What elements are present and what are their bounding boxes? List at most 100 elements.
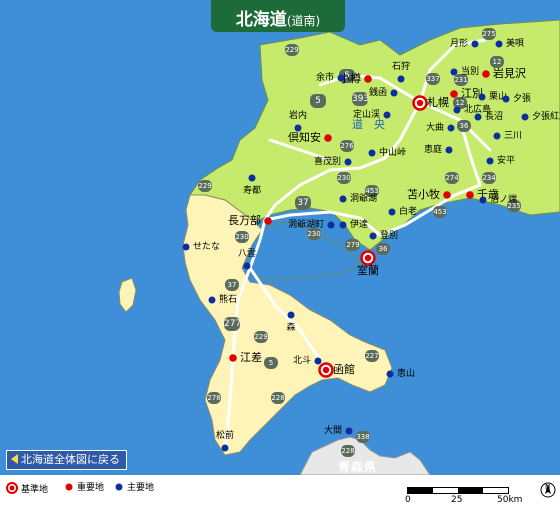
place-label-44[interactable]: 大間 <box>324 426 342 436</box>
place-marker-37[interactable] <box>181 242 191 252</box>
place-label-43[interactable]: 松前 <box>216 431 234 441</box>
route-shield-5: 393 <box>352 92 370 106</box>
place-label-1[interactable]: 室蘭 <box>357 265 379 276</box>
place-marker-9[interactable] <box>263 216 273 226</box>
place-label-5[interactable]: 岩見沢 <box>493 68 526 79</box>
place-label-16[interactable]: 銭函 <box>369 88 387 98</box>
place-marker-14[interactable] <box>449 67 459 77</box>
place-label-10[interactable]: 江差 <box>240 352 262 363</box>
route-shield-17: 36 <box>376 243 390 255</box>
place-label-22[interactable]: 大曲 <box>426 123 444 133</box>
place-label-32[interactable]: 洞爺湖 <box>350 194 377 204</box>
place-label-26[interactable]: 中山峠 <box>379 148 406 158</box>
place-marker-17[interactable] <box>477 92 487 102</box>
place-marker-10[interactable] <box>228 353 238 363</box>
place-label-23[interactable]: 三川 <box>504 131 522 141</box>
back-to-hokkaido-link[interactable]: 北海道全体図に戻る <box>6 450 127 470</box>
place-label-7[interactable]: 苫小牧 <box>407 189 440 200</box>
place-marker-12[interactable] <box>494 39 504 49</box>
legend-label-kijunchi: 基準地 <box>21 485 49 495</box>
route-shield-11: 36 <box>457 120 471 132</box>
place-marker-39[interactable] <box>207 295 217 305</box>
place-label-34[interactable]: 伊達 <box>350 220 368 230</box>
place-marker-5[interactable] <box>481 69 491 79</box>
place-label-11[interactable]: 月形 <box>450 39 468 49</box>
place-marker-35[interactable] <box>387 207 397 217</box>
place-marker-29[interactable] <box>485 156 495 166</box>
place-label-29[interactable]: 安平 <box>497 156 515 166</box>
place-marker-7[interactable] <box>442 190 452 200</box>
place-marker-18[interactable] <box>501 94 511 104</box>
place-marker-27[interactable] <box>343 157 353 167</box>
place-marker-11[interactable] <box>470 39 480 49</box>
place-marker-28[interactable] <box>444 145 454 155</box>
place-label-37[interactable]: せたな <box>193 242 220 252</box>
header-title: 北海道 <box>235 10 287 30</box>
place-marker-40[interactable] <box>286 310 296 320</box>
place-label-35[interactable]: 白老 <box>399 207 417 217</box>
place-marker-44[interactable] <box>344 426 354 436</box>
route-shield-32: 279 <box>346 239 360 251</box>
place-label-27[interactable]: 喜茂別 <box>314 157 341 167</box>
place-marker-26[interactable] <box>367 148 377 158</box>
place-marker-16[interactable] <box>389 88 399 98</box>
place-marker-36[interactable] <box>368 231 378 241</box>
place-marker-3[interactable] <box>363 74 373 84</box>
legend-item-kijunchi: 基準地 <box>6 482 48 496</box>
place-marker-15[interactable] <box>336 73 346 83</box>
place-marker-0[interactable] <box>412 95 428 111</box>
place-label-21[interactable]: 夕張紅葉山 <box>532 112 560 122</box>
place-label-41[interactable]: 北斗 <box>293 356 311 366</box>
place-label-8[interactable]: 倶知安 <box>288 132 321 143</box>
place-marker-32[interactable] <box>338 194 348 204</box>
place-label-33[interactable]: 洞爺湖町 <box>288 220 324 230</box>
place-marker-4[interactable] <box>449 89 459 99</box>
place-label-30[interactable]: 寿都 <box>243 186 261 196</box>
place-marker-38[interactable] <box>242 261 252 271</box>
place-label-42[interactable]: 恵山 <box>397 369 415 379</box>
place-marker-22[interactable] <box>446 123 456 133</box>
prefecture-label-aomori: 青森県 <box>338 460 378 474</box>
place-label-28[interactable]: 恵庭 <box>424 145 442 155</box>
map-view[interactable]: 北海道(道南) 道 央 青森県 275 12 231 337 5 393 5 12 276 230… <box>0 0 560 475</box>
place-marker-24[interactable] <box>293 123 303 133</box>
place-label-40[interactable]: 森 <box>287 323 296 333</box>
place-label-14[interactable]: 当別 <box>461 67 479 77</box>
place-marker-23[interactable] <box>492 131 502 141</box>
place-label-15[interactable]: 余市 <box>316 73 334 83</box>
place-label-25[interactable]: 定山渓 <box>353 110 380 120</box>
place-marker-8[interactable] <box>323 133 333 143</box>
place-marker-30[interactable] <box>247 173 257 183</box>
place-marker-43[interactable] <box>220 443 230 453</box>
place-label-20[interactable]: 長沼 <box>485 112 503 122</box>
place-label-9[interactable]: 長万部 <box>228 215 261 226</box>
place-marker-20[interactable] <box>473 112 483 122</box>
place-marker-34[interactable] <box>338 220 348 230</box>
route-shield-15: 37 <box>295 196 311 210</box>
place-label-24[interactable]: 岩内 <box>289 111 307 121</box>
route-shield-26: 5 <box>264 357 278 369</box>
place-marker-33[interactable] <box>326 220 336 230</box>
place-label-12[interactable]: 美唄 <box>506 39 524 49</box>
place-marker-19[interactable] <box>452 105 462 115</box>
place-marker-13[interactable] <box>396 74 406 84</box>
place-label-13[interactable]: 石狩 <box>392 62 410 72</box>
place-label-39[interactable]: 熊石 <box>219 295 237 305</box>
place-marker-41[interactable] <box>313 356 323 366</box>
place-label-0[interactable]: 札幌 <box>427 97 449 108</box>
place-label-18[interactable]: 夕張 <box>513 94 531 104</box>
place-label-36[interactable]: 登別 <box>380 231 398 241</box>
place-marker-6[interactable] <box>465 190 475 200</box>
route-shield-13: 274 <box>445 172 459 184</box>
route-shield-25: 229 <box>254 331 268 343</box>
place-label-2[interactable]: 函館 <box>333 364 355 375</box>
place-marker-25[interactable] <box>382 110 392 120</box>
place-label-31[interactable]: 沼ノ端 <box>490 195 517 205</box>
place-marker-21[interactable] <box>520 112 530 122</box>
place-marker-31[interactable] <box>478 195 488 205</box>
place-marker-42[interactable] <box>385 369 395 379</box>
north-label: N <box>545 483 551 491</box>
scale-tick-50: 50km <box>497 495 523 505</box>
place-label-38[interactable]: 八雲 <box>238 249 256 259</box>
route-shield-16: 453 <box>433 206 447 218</box>
